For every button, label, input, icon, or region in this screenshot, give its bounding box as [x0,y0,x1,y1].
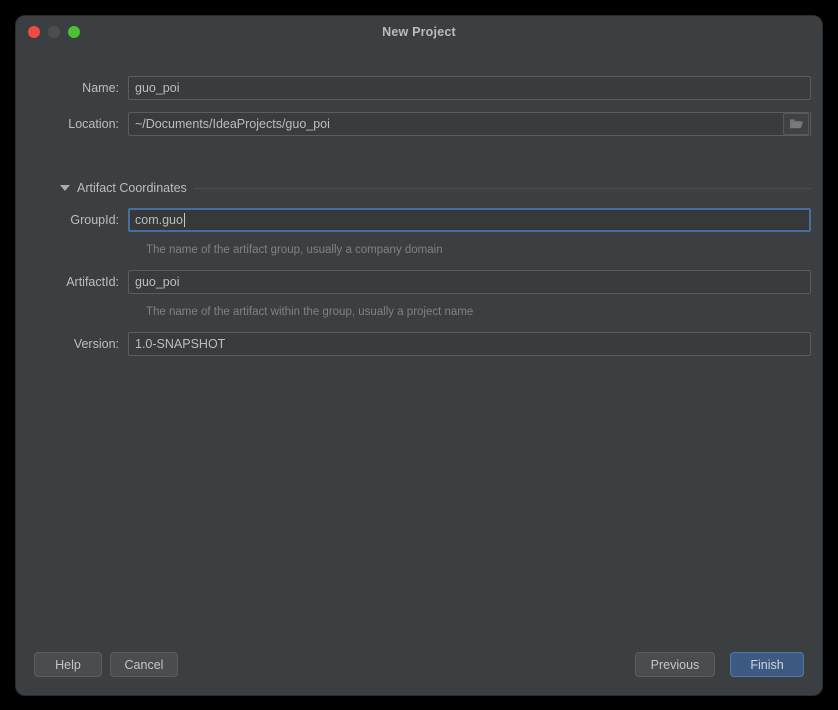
version-row: Version: 1.0-SNAPSHOT [34,332,811,356]
section-divider [193,187,811,189]
finish-button[interactable]: Finish [730,652,804,677]
dialog-footer: Help Cancel Previous Finish [16,637,822,695]
location-input-value: ~/Documents/IdeaProjects/guo_poi [135,117,330,131]
group-id-hint: The name of the artifact group, usually … [146,244,443,256]
desktop-backdrop: New Project Name: guo_poi Location: ~/Do… [0,0,838,710]
maximize-window-button[interactable] [68,26,80,38]
footer-right-group: Previous Finish [635,637,804,695]
new-project-dialog: New Project Name: guo_poi Location: ~/Do… [16,16,822,695]
artifact-id-label: ArtifactId: [66,275,119,289]
name-row: Name: guo_poi [34,76,811,100]
artifact-coordinates-section-toggle[interactable]: Artifact Coordinates [60,181,811,195]
version-input-value: 1.0-SNAPSHOT [135,337,226,351]
triangle-down-icon [60,185,70,191]
artifact-id-input[interactable]: guo_poi [128,270,811,294]
artifact-id-hint: The name of the artifact within the grou… [146,306,474,318]
folder-icon [789,119,803,129]
text-cursor [183,213,185,227]
help-button[interactable]: Help [34,652,102,677]
location-label: Location: [68,117,119,131]
window-controls [28,16,80,48]
group-id-row: GroupId: com.guo [34,208,811,232]
browse-location-button[interactable] [783,113,809,135]
group-id-input-value: com.guo [135,213,183,227]
minimize-window-button[interactable] [48,26,60,38]
version-input[interactable]: 1.0-SNAPSHOT [128,332,811,356]
artifact-coordinates-label: Artifact Coordinates [77,181,187,195]
cancel-button[interactable]: Cancel [110,652,178,677]
group-id-label: GroupId: [70,213,119,227]
location-input[interactable]: ~/Documents/IdeaProjects/guo_poi [128,112,811,136]
window-titlebar[interactable]: New Project [16,16,822,48]
previous-button[interactable]: Previous [635,652,715,677]
version-label: Version: [73,337,119,351]
name-label: Name: [82,81,119,95]
name-input[interactable]: guo_poi [128,76,811,100]
location-row: Location: ~/Documents/IdeaProjects/guo_p… [34,112,811,136]
window-title: New Project [382,25,456,39]
artifact-id-row: ArtifactId: guo_poi [34,270,811,294]
artifact-id-input-value: guo_poi [135,275,180,289]
close-window-button[interactable] [28,26,40,38]
name-input-value: guo_poi [135,81,180,95]
dialog-body: Name: guo_poi Location: ~/Documents/Idea… [16,48,822,695]
group-id-input[interactable]: com.guo [128,208,811,232]
